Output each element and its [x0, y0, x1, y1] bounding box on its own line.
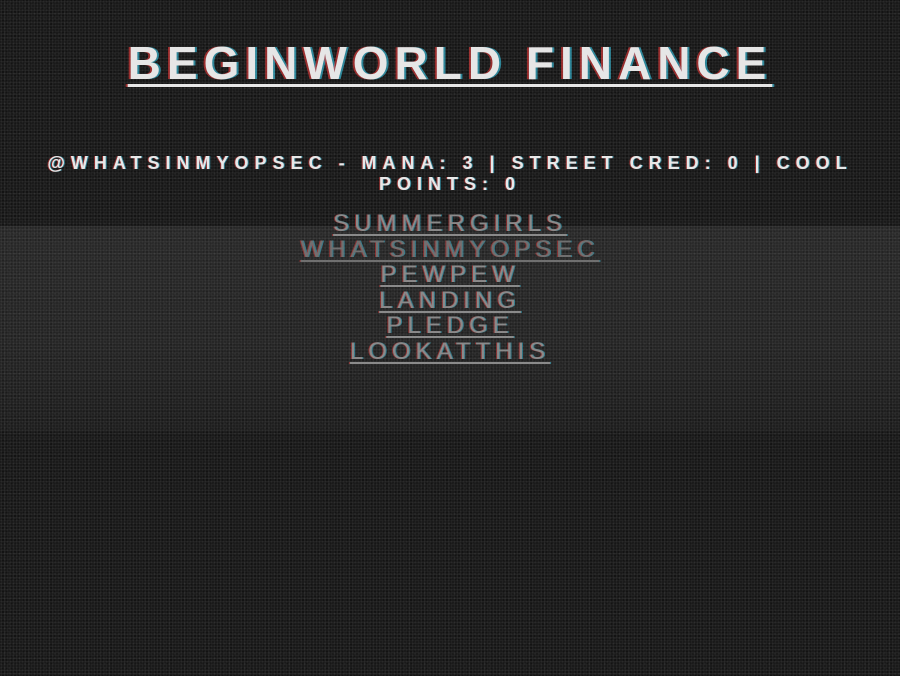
nav-item: LANDING — [0, 287, 900, 314]
nav-item: PEWPEW — [0, 262, 900, 288]
nav-item: LOOKATTHIS — [0, 339, 900, 365]
player-status: @WHATSINMYOPSEC - MANA: 3 | STREET CRED:… — [0, 153, 900, 195]
nav-item: WHATSINMYOPSEC — [0, 236, 900, 263]
nav-link-summergirls[interactable]: SUMMERGIRLS — [333, 210, 567, 237]
page-content: BEGINWORLD FINANCE @WHATSINMYOPSEC - MAN… — [0, 0, 900, 676]
nav-link-landing[interactable]: LANDING — [379, 287, 521, 314]
player-status-line-1: @WHATSINMYOPSEC - MANA: 3 | STREET CRED:… — [47, 153, 853, 173]
player-status-line-2: POINTS: 0 — [378, 174, 521, 194]
nav-item: SUMMERGIRLS — [0, 211, 900, 237]
nav-link-pewpew[interactable]: PEWPEW — [380, 261, 519, 288]
nav-link-lookatthis[interactable]: LOOKATTHIS — [350, 338, 550, 365]
nav-link-whatsinmyopsec[interactable]: WHATSINMYOPSEC — [301, 236, 600, 263]
nav-item: PLEDGE — [0, 313, 900, 339]
nav-links: SUMMERGIRLS WHATSINMYOPSEC PEWPEW LANDIN… — [0, 211, 900, 365]
nav-link-pledge[interactable]: PLEDGE — [386, 312, 513, 339]
site-title: BEGINWORLD FINANCE — [127, 37, 773, 89]
